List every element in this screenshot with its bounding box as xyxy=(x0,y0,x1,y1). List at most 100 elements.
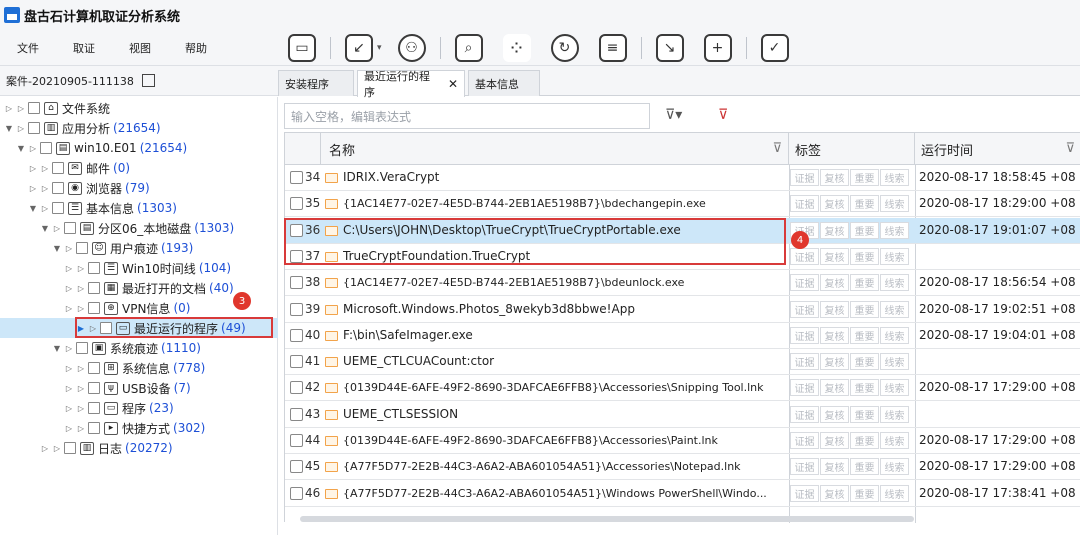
tag-button[interactable]: 重要 xyxy=(850,247,879,265)
tag-button[interactable]: 重要 xyxy=(850,274,879,292)
tag-button[interactable]: 重要 xyxy=(850,195,879,213)
table-row[interactable]: 35 {1AC14E77-02E7-4E5D-B744-2EB1AE5198B7}… xyxy=(285,191,1080,218)
expand-icon[interactable]: ▷ xyxy=(76,264,86,273)
table-row[interactable]: 44 {0139D44E-6AFE-49F2-8690-3DAFCAE6FFB8}… xyxy=(285,428,1080,454)
tag-button[interactable]: 重要 xyxy=(850,405,879,423)
apps-icon[interactable]: ⁘ xyxy=(502,34,531,62)
tag-button[interactable]: 线索 xyxy=(880,300,909,318)
network-icon[interactable]: ⚇ xyxy=(397,34,426,62)
table-row[interactable]: 40 F:\bin\SafeImager.exe 证据 复核 重要 线索 2020-08-1… xyxy=(285,323,1080,349)
collapse-icon[interactable]: ▼ xyxy=(28,204,38,213)
tag-button[interactable]: 复核 xyxy=(820,432,849,449)
tree-item-mail[interactable]: ▷ ▷ ✉ 邮件 (0) xyxy=(28,158,130,178)
tree-checkbox[interactable] xyxy=(64,442,76,454)
tag-button[interactable]: 重要 xyxy=(850,432,879,449)
table-row[interactable]: 46 {A77F5D77-2E2B-44C3-A6A2-ABA601054A51}… xyxy=(285,481,1080,507)
filter-icon[interactable]: ⊽▾ xyxy=(665,107,682,123)
tree-checkbox[interactable] xyxy=(76,242,88,254)
refresh-icon[interactable]: ↻ xyxy=(550,34,579,62)
row-checkbox[interactable] xyxy=(290,328,303,342)
tree-checkbox[interactable] xyxy=(88,422,100,434)
tree-checkbox[interactable] xyxy=(88,382,100,394)
tree-item-system-info[interactable]: ▷ ▷ ⊞ 系统信息 (778) xyxy=(64,358,205,378)
tag-button[interactable]: 复核 xyxy=(820,221,849,239)
search-icon[interactable]: ⌕ xyxy=(454,34,483,62)
collapse-icon[interactable]: ▼ xyxy=(4,124,14,133)
tag-button[interactable]: 复核 xyxy=(820,405,849,423)
expand-icon[interactable]: ▷ xyxy=(76,284,86,293)
table-row[interactable]: 43 UEME_CTLSESSION 证据 复核 重要 线索 xyxy=(285,402,1080,428)
tag-button[interactable]: 复核 xyxy=(820,195,849,213)
expand-icon[interactable]: ▷ xyxy=(16,104,26,113)
expand-icon[interactable]: ▷ xyxy=(64,384,74,393)
tree-checkbox[interactable] xyxy=(88,262,100,274)
tree-item-user-traces[interactable]: ▼ ▷ ☺ 用户痕迹 (193) xyxy=(52,238,193,258)
tree-item-basic-info[interactable]: ▼ ▷ ☰ 基本信息 (1303) xyxy=(28,198,177,218)
row-checkbox[interactable] xyxy=(290,355,303,369)
tag-button[interactable]: 线索 xyxy=(880,195,909,213)
collapse-icon[interactable]: ▼ xyxy=(52,344,62,353)
tag-button[interactable]: 证据 xyxy=(790,379,819,397)
expand-icon[interactable]: ▷ xyxy=(28,144,38,153)
menu-forensics[interactable]: 取证 xyxy=(56,40,112,56)
tree-checkbox[interactable] xyxy=(40,142,52,154)
expand-icon[interactable]: ▷ xyxy=(28,164,38,173)
tag-button[interactable]: 线索 xyxy=(880,484,909,502)
tree-checkbox[interactable] xyxy=(28,122,40,134)
tag-button[interactable]: 复核 xyxy=(820,353,849,371)
close-icon[interactable]: ✕ xyxy=(448,77,458,91)
row-checkbox[interactable] xyxy=(290,407,303,421)
horizontal-scrollbar[interactable] xyxy=(300,516,914,522)
expand-icon[interactable]: ▷ xyxy=(76,404,86,413)
tree-item-partition06[interactable]: ▼ ▷ ▤ 分区06_本地磁盘 (1303) xyxy=(40,218,234,238)
expand-icon[interactable]: ▷ xyxy=(64,244,74,253)
tag-button[interactable]: 复核 xyxy=(820,458,849,476)
tree-checkbox[interactable] xyxy=(28,102,40,114)
row-checkbox[interactable] xyxy=(290,302,303,316)
expand-icon[interactable]: ▷ xyxy=(16,124,26,133)
tag-button[interactable]: 证据 xyxy=(790,195,819,213)
tree-checkbox[interactable] xyxy=(52,162,64,174)
expand-icon[interactable]: ▷ xyxy=(64,264,74,273)
expand-icon[interactable]: ▷ xyxy=(40,184,50,193)
tag-button[interactable]: 证据 xyxy=(790,247,819,265)
expand-icon[interactable]: ▷ xyxy=(64,344,74,353)
expand-icon[interactable]: ▷ xyxy=(76,304,86,313)
filter-input[interactable]: 输入空格，编辑表达式 xyxy=(284,103,650,129)
expand-icon[interactable]: ▷ xyxy=(64,304,74,313)
column-tags[interactable]: 标签 xyxy=(789,133,915,165)
collapse-icon[interactable]: ▼ xyxy=(40,224,50,233)
tag-button[interactable]: 复核 xyxy=(820,379,849,397)
tree-checkbox[interactable] xyxy=(88,402,100,414)
expand-icon[interactable]: ▷ xyxy=(28,184,38,193)
menu-help[interactable]: 帮助 xyxy=(168,40,224,56)
expand-icon[interactable]: ▷ xyxy=(64,284,74,293)
table-row[interactable]: 39 Microsoft.Windows.Photos_8wekyb3d8bbwe… xyxy=(285,297,1080,323)
tree-checkbox[interactable] xyxy=(76,342,88,354)
row-checkbox[interactable] xyxy=(290,460,303,474)
expand-icon[interactable]: ▷ xyxy=(76,424,86,433)
table-row[interactable]: 34 IDRIX.VeraCrypt 证据 复核 重要 线索 2020-08-17 18:5… xyxy=(285,165,1080,191)
tree-item-system-traces[interactable]: ▼ ▷ ▣ 系统痕迹 (1110) xyxy=(52,338,201,358)
table-row[interactable]: 45 {A77F5D77-2E2B-44C3-A6A2-ABA601054A51}… xyxy=(285,454,1080,481)
tag-button[interactable]: 复核 xyxy=(820,484,849,502)
chevron-down-icon[interactable]: ▾ xyxy=(377,43,382,53)
tag-button[interactable]: 复核 xyxy=(820,326,849,344)
tag-button[interactable]: 重要 xyxy=(850,458,879,476)
expand-icon[interactable]: ▷ xyxy=(40,204,50,213)
table-row[interactable]: 42 {0139D44E-6AFE-49F2-8690-3DAFCAE6FFB8}… xyxy=(285,375,1080,402)
row-checkbox[interactable] xyxy=(290,276,303,290)
tag-button[interactable]: 线索 xyxy=(880,405,909,423)
tree-item-win10-timeline[interactable]: ▷ ▷ ☰ Win10时间线 (104) xyxy=(64,258,231,278)
menu-file[interactable]: 文件 xyxy=(0,40,56,56)
collapse-icon[interactable]: ▼ xyxy=(52,244,62,253)
tag-button[interactable]: 线索 xyxy=(880,326,909,344)
row-checkbox[interactable] xyxy=(290,197,303,211)
tree-item-usb-devices[interactable]: ▷ ▷ ψ USB设备 (7) xyxy=(64,378,191,398)
tree-item-logs[interactable]: ▷ ▷ ▥ 日志 (20272) xyxy=(40,438,173,458)
export-icon[interactable]: ↙ xyxy=(345,34,373,62)
expand-icon[interactable]: ▷ xyxy=(52,224,62,233)
tag-button[interactable]: 证据 xyxy=(790,274,819,292)
tag-button[interactable]: 线索 xyxy=(880,221,909,239)
tag-button[interactable]: 证据 xyxy=(790,326,819,344)
